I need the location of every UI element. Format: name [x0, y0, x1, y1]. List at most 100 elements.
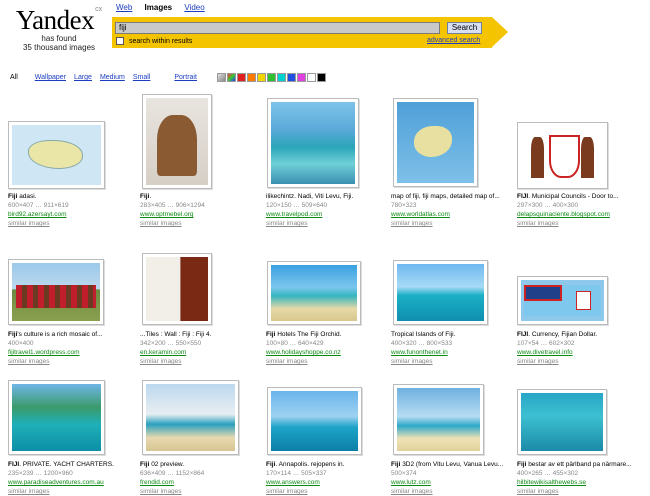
result-title[interactable]: Fiji 02 preview. — [140, 460, 258, 469]
result-title-text: ...Tiles : Wall : Fiji : Fiji 4. — [140, 331, 212, 338]
color-swatch[interactable] — [296, 73, 306, 82]
result-thumbnail[interactable] — [267, 98, 359, 188]
result-title[interactable]: Fiji. Annapolis. rejopens in. — [266, 460, 384, 469]
search-within-checkbox[interactable] — [116, 37, 124, 45]
color-swatch[interactable] — [216, 73, 226, 82]
similar-images-link[interactable]: similar images — [8, 487, 126, 496]
result-site-link[interactable]: frendid.com — [140, 479, 174, 486]
search-input[interactable] — [115, 22, 440, 34]
filter-large[interactable]: Large — [74, 74, 92, 81]
advanced-search-link[interactable]: advanced search — [427, 37, 480, 44]
result-site-link[interactable]: www.funonthenet.in — [391, 349, 448, 356]
result-site-link[interactable]: www.answers.com — [266, 479, 320, 486]
result-thumbnail[interactable] — [142, 253, 212, 325]
tab-web[interactable]: Web — [116, 3, 132, 12]
result-title-text: . Municipal Councils - Door to... — [528, 193, 619, 200]
filter-small[interactable]: Small — [133, 74, 151, 81]
filter-all[interactable]: All — [10, 74, 18, 81]
result-title[interactable]: FIJI. Currency, Fijian Dollar. — [517, 330, 635, 339]
search-within-option[interactable]: search within results — [116, 37, 192, 45]
similar-images-link[interactable]: similar images — [140, 357, 258, 366]
similar-images-link[interactable]: similar images — [517, 219, 635, 228]
result-title[interactable]: Fiji 3D2 (from Vitu Levu, Vanua Levu... — [391, 460, 509, 469]
result-thumbnail[interactable] — [8, 259, 104, 325]
thumbnail-image — [397, 388, 480, 451]
result-thumbnail[interactable] — [267, 387, 362, 455]
result-thumbnail[interactable] — [8, 121, 105, 189]
result-site-link[interactable]: www.optmebel.org — [140, 211, 193, 218]
thumbnail-image — [146, 257, 208, 321]
result-thumbnail[interactable] — [142, 94, 212, 189]
similar-images-link[interactable]: similar images — [8, 357, 126, 366]
result-title[interactable]: Fiji. — [140, 192, 258, 201]
thumbnail-image — [271, 391, 358, 451]
similar-images-link[interactable]: similar images — [266, 487, 384, 496]
result-title[interactable]: Fiji adasi. — [8, 192, 126, 201]
result-title[interactable]: ...Tiles : Wall : Fiji : Fiji 4. — [140, 330, 258, 339]
thumbnail-image — [12, 384, 101, 451]
search-button[interactable]: Search — [447, 22, 482, 34]
similar-images-link[interactable]: similar images — [140, 219, 258, 228]
yandex-logo[interactable]: Yandexcx has found 35 thousand images — [14, 6, 104, 52]
result-thumbnail[interactable] — [393, 384, 484, 455]
thumbnail-image — [397, 264, 484, 321]
result-dimensions: 235×239 … 1200×960 — [8, 470, 73, 477]
result-thumbnail[interactable] — [393, 98, 478, 187]
color-swatch[interactable] — [316, 73, 326, 82]
result-links: fijitravel1.wordpress.com — [8, 348, 126, 357]
color-swatch[interactable] — [236, 73, 246, 82]
result-title[interactable]: FIJI. Municipal Councils - Door to... — [517, 192, 635, 201]
result-thumbnail[interactable] — [8, 380, 105, 455]
result-site-link[interactable]: fijitravel1.wordpress.com — [8, 349, 80, 356]
color-swatch[interactable] — [226, 73, 236, 82]
similar-images-link[interactable]: similar images — [266, 219, 384, 228]
result-site-link[interactable]: hilbitewikisalthewebs.se — [517, 479, 586, 486]
color-swatch[interactable] — [286, 73, 296, 82]
result-site-link[interactable]: www.divetravel.info — [517, 349, 573, 356]
similar-images-link[interactable]: similar images — [391, 487, 509, 496]
result-title[interactable]: Fiji Hotels The Fiji Orchid. — [266, 330, 384, 339]
result-site-link[interactable]: www.travelpod.com — [266, 211, 322, 218]
result-site-link[interactable]: www.lutz.com — [391, 479, 431, 486]
color-swatch[interactable] — [266, 73, 276, 82]
result-site-link[interactable]: bird92.azersayt.com — [8, 211, 67, 218]
tab-images[interactable]: Images — [145, 3, 173, 12]
thumbnail-image — [397, 102, 474, 183]
filter-wallpaper[interactable]: Wallpaper — [35, 74, 66, 81]
similar-images-link[interactable]: similar images — [517, 487, 635, 496]
result-title[interactable]: ilikechintz. Nadi, Viti Levu, Fiji. — [266, 192, 384, 201]
result-title[interactable]: FIJI. PRIVATE. YACHT CHARTERS. — [8, 460, 126, 469]
color-swatch[interactable] — [246, 73, 256, 82]
result-thumbnail[interactable] — [267, 261, 361, 325]
result-thumbnail[interactable] — [517, 276, 608, 325]
similar-images-link[interactable]: similar images — [140, 487, 258, 496]
filter-portrait[interactable]: Portrait — [174, 74, 197, 81]
similar-images-link[interactable]: similar images — [391, 219, 509, 228]
result-site-link[interactable]: www.worldatlas.com — [391, 211, 450, 218]
result-title[interactable]: Fiji's culture is a rich mosaic of... — [8, 330, 126, 339]
color-swatch[interactable] — [306, 73, 316, 82]
result-thumbnail[interactable] — [142, 380, 239, 455]
result-title-bold: FIJI — [8, 461, 20, 468]
result-site-link[interactable]: en.keramin.com — [140, 349, 186, 356]
result-title-text: . Annapolis. rejopens in. — [275, 461, 345, 468]
result-site-link[interactable]: www.holidayshoppe.co.nz — [266, 349, 341, 356]
color-swatch[interactable] — [256, 73, 266, 82]
thumbnail-image — [12, 263, 100, 321]
result-thumbnail[interactable] — [517, 122, 608, 189]
tab-video[interactable]: Video — [184, 3, 204, 12]
similar-images-link[interactable]: similar images — [266, 357, 384, 366]
result-title[interactable]: Tropical Islands of Fiji. — [391, 330, 509, 339]
result-thumbnail[interactable] — [517, 389, 607, 455]
result-site-link[interactable]: www.paradiseadventures.com.au — [8, 479, 104, 486]
filter-medium[interactable]: Medium — [100, 74, 125, 81]
result-thumbnail[interactable] — [393, 260, 488, 325]
similar-images-link[interactable]: similar images — [517, 357, 635, 366]
result-site-link[interactable]: delapsquinaciente.blogspot.com — [517, 211, 610, 218]
result-title[interactable]: Fiji bestar av ett pärlband pa närmare..… — [517, 460, 635, 469]
result-links: www.travelpod.com — [266, 210, 384, 219]
color-swatch[interactable] — [276, 73, 286, 82]
similar-images-link[interactable]: similar images — [8, 219, 126, 228]
similar-images-link[interactable]: similar images — [391, 357, 509, 366]
result-title[interactable]: map of fiji, fiji maps, detailed map of.… — [391, 192, 509, 201]
